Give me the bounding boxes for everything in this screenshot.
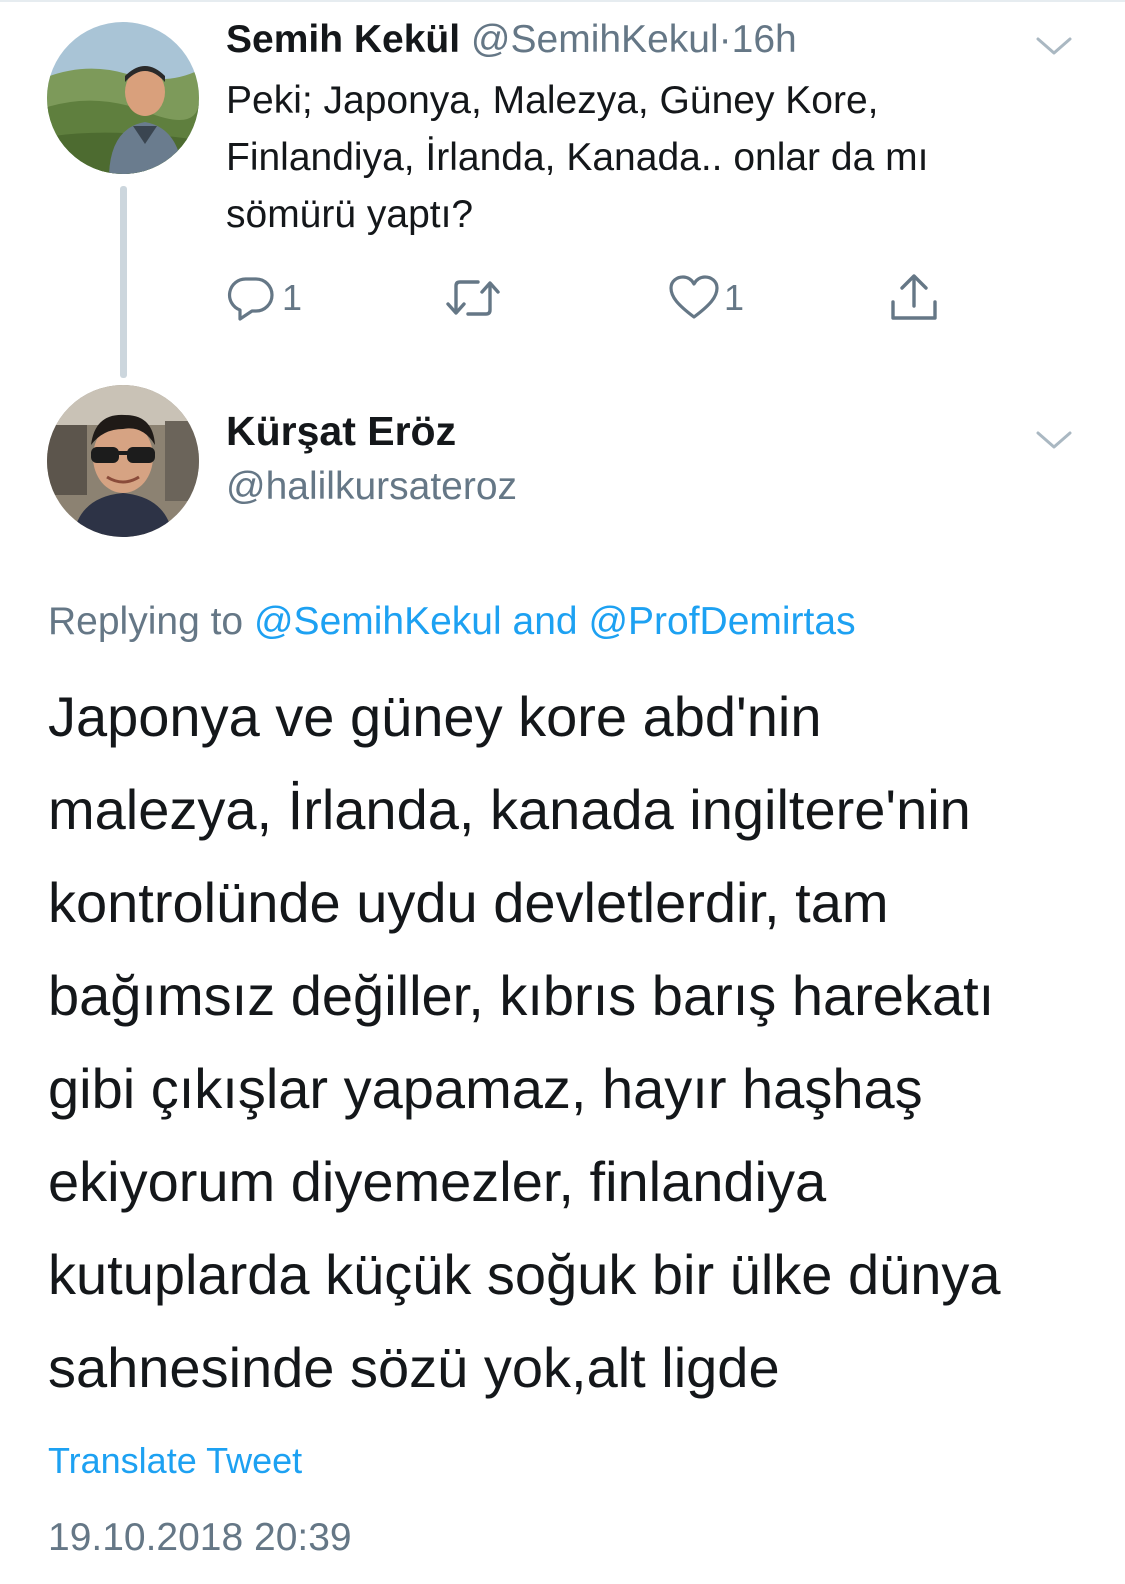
replying-to-line: Replying to @SemihKekul and @ProfDemirta… [48,597,856,647]
tweet1-time[interactable]: 16h [732,18,797,61]
thread-connector-line [120,186,127,378]
tweet2-timestamp[interactable]: 19.10.2018 20:39 [48,1513,352,1563]
replying-and-text[interactable]: and [513,600,578,643]
tweet1-text: Peki; Japonya, Malezya, Güney Kore, Finl… [226,72,1066,243]
mention-link[interactable]: @SemihKekul [254,600,502,643]
tweet2-text-line: kontrolünde uydu devletlerdir, tam [48,871,889,934]
tweet1-text-line: sömürü yaptı? [226,193,474,236]
tweet2-text-line: bağımsız değiller, kıbrıs barış harekatı [48,964,995,1027]
tweet2-text: Japonya ve güney kore abd'nin malezya, İ… [48,670,1098,1414]
tweet1-handle[interactable]: @SemihKekul [471,18,719,61]
chevron-down-icon[interactable] [1034,420,1074,460]
tweet2-text-line: malezya, İrlanda, kanada ingiltere'nin [48,778,971,841]
retweet-button[interactable] [444,272,502,324]
tweet2-text-line: kutuplarda küçük soğuk bir ülke dünya [48,1243,1001,1306]
tweet1-header: Semih Kekül @SemihKekul·16h [226,16,797,64]
heart-icon [668,275,720,321]
tweet1-author-name[interactable]: Semih Kekül [226,18,460,61]
translate-tweet-link[interactable]: Translate Tweet [48,1436,302,1486]
time-separator: · [718,18,732,61]
tweet2-text-line: ekiyorum diyemezler, finlandiya [48,1150,827,1213]
top-divider [0,0,1125,2]
kursat-avatar[interactable] [47,385,199,537]
like-button[interactable]: 1 [668,272,744,324]
tweet2-text-line: gibi çıkışlar yapamaz, hayır haşhaş [48,1057,923,1120]
share-button[interactable] [888,272,940,324]
like-count: 1 [724,277,745,318]
share-icon [888,272,940,324]
replying-to-label: Replying to [48,600,244,643]
reply-icon [226,275,278,321]
tweet2-handle[interactable]: @halilkursateroz [226,462,517,512]
tweet1-text-line: Finlandiya, İrlanda, Kanada.. onlar da m… [226,136,929,179]
retweet-icon [444,276,502,320]
tweet2-text-line: Japonya ve güney kore abd'nin [48,685,822,748]
semih-avatar[interactable] [47,22,199,174]
tweet2-text-line: sahnesinde sözü yok,alt ligde [48,1336,780,1399]
tweet1-text-line: Peki; Japonya, Malezya, Güney Kore, [226,79,879,122]
tweet2-author-name[interactable]: Kürşat Eröz [226,406,456,456]
reply-count: 1 [282,277,303,318]
chevron-down-icon[interactable] [1034,26,1074,66]
mention-link[interactable]: @ProfDemirtas [588,600,855,643]
reply-button[interactable]: 1 [226,272,302,324]
